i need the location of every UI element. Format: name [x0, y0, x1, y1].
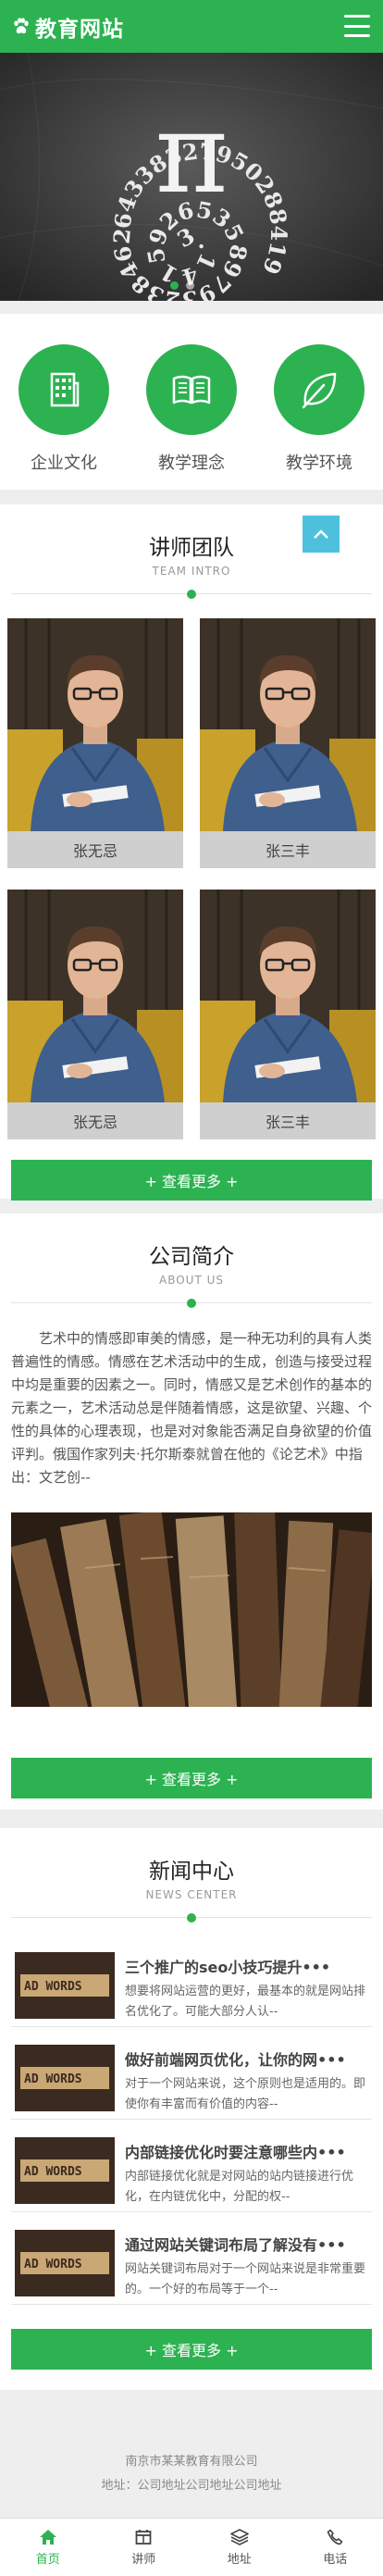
news-title[interactable]: 通过网站关键词布局了解没有•••	[125, 2233, 370, 2255]
teacher-photo	[7, 890, 183, 1102]
about-section: 公司简介 ABOUT US 艺术中的情感即审美的情感，是一种无功利的具有人类普遍…	[0, 1213, 383, 1810]
section-title: 公司简介	[149, 1245, 234, 1269]
news-title[interactable]: 内部链接优化时要注意哪些内•••	[125, 2140, 370, 2162]
teacher-name: 张三丰	[200, 1102, 376, 1139]
nav-label: 电话	[323, 2552, 348, 2567]
feature-environment[interactable]: 教学环境	[264, 344, 375, 490]
news-title[interactable]: 做好前端网页优化，让你的网•••	[125, 2047, 370, 2070]
about-image	[11, 1512, 372, 1707]
section-title: 新闻中心	[149, 1860, 234, 1884]
teacher-photo	[200, 618, 376, 831]
news-more-button[interactable]: + 查看更多 +	[11, 2329, 372, 2370]
svg-text:π: π	[155, 90, 229, 218]
team-more-button[interactable]: + 查看更多 +	[11, 1160, 372, 1201]
about-more-button[interactable]: + 查看更多 +	[11, 1758, 372, 1798]
carousel-dot[interactable]	[186, 281, 194, 290]
thumb-text: AD WORDS	[24, 2258, 82, 2271]
banner-carousel[interactable]: 3.14159265358979323846264338327950288419…	[0, 53, 383, 301]
carousel-dot[interactable]	[170, 281, 179, 290]
carousel-dots	[170, 281, 194, 290]
feature-philosophy[interactable]: 教学理念	[136, 344, 247, 490]
site-title[interactable]: 教育网站	[35, 11, 124, 43]
layers-icon	[229, 2528, 249, 2545]
news-item[interactable]: AD WORDS 通过网站关键词布局了解没有••• 网站关键词布局对于一个网站来…	[11, 2221, 372, 2305]
teacher-photo	[7, 618, 183, 831]
teacher-photo	[200, 890, 376, 1102]
paw-icon	[14, 17, 29, 33]
leaf-icon	[274, 344, 364, 435]
footer-address: 地址：公司地址公司地址公司地址	[101, 2479, 282, 2493]
feature-row: 企业文化 教学理念 教学环境	[0, 314, 383, 490]
back-to-top-button[interactable]	[303, 516, 340, 553]
nav-label: 讲师	[131, 2552, 156, 2567]
book-icon	[146, 344, 237, 435]
section-divider	[11, 1294, 372, 1313]
feature-culture[interactable]: 企业文化	[8, 344, 119, 490]
thumb-text: AD WORDS	[24, 2072, 82, 2086]
building-icon	[19, 344, 109, 435]
about-description: 艺术中的情感即审美的情感，是一种无功利的具有人类普遍性的情感。情感在艺术活动中的…	[11, 1330, 373, 1486]
section-subtitle: ABOUT US	[158, 1274, 224, 1287]
chevron-up-icon	[314, 529, 328, 539]
calendar-icon	[135, 2529, 152, 2545]
news-section: 新闻中心 NEWS CENTER AD WORDS 三个推广的seo小技巧提升•…	[0, 1828, 383, 2390]
news-item[interactable]: AD WORDS 三个推广的seo小技巧提升••• 想要将网站运营的更好，最基本…	[11, 1944, 372, 2027]
bottom-nav: 首页 讲师 地址 电话	[0, 2518, 383, 2576]
section-divider	[11, 585, 372, 604]
thumb-text: AD WORDS	[24, 2165, 82, 2179]
menu-icon-bar	[344, 15, 370, 18]
menu-button[interactable]	[344, 15, 370, 37]
section-divider	[11, 1909, 372, 1927]
feature-label: 教学理念	[158, 454, 225, 473]
top-header: 教育网站	[0, 0, 383, 53]
nav-address[interactable]: 地址	[192, 2519, 288, 2576]
nav-home[interactable]: 首页	[0, 2519, 96, 2576]
nav-phone[interactable]: 电话	[288, 2519, 383, 2576]
section-subtitle: TEAM INTRO	[152, 565, 231, 578]
nav-label: 首页	[35, 2552, 60, 2567]
news-description: 网站关键词布局对于一个网站来说是非常重要的。一个好的布局等于一个--	[125, 2262, 366, 2296]
thumb-text: AD WORDS	[24, 1980, 82, 1994]
team-section: 讲师团队 TEAM INTRO 张无忌 张三丰 张无忌 张三丰 + 查看更多 +	[0, 504, 383, 1201]
teacher-card[interactable]: 张无忌	[7, 618, 183, 868]
teacher-name: 张三丰	[200, 831, 376, 868]
footer: 南京市某某教育有限公司 地址：公司地址公司地址公司地址	[0, 2402, 383, 2513]
footer-company: 南京市某某教育有限公司	[125, 2455, 258, 2469]
nav-teachers[interactable]: 讲师	[96, 2519, 192, 2576]
news-title[interactable]: 三个推广的seo小技巧提升•••	[125, 1955, 370, 1977]
news-thumbnail: AD WORDS	[15, 2137, 115, 2204]
news-item[interactable]: AD WORDS 做好前端网页优化，让你的网••• 对于一个网站来说，这个原则也…	[11, 2036, 372, 2120]
teacher-card[interactable]: 张三丰	[200, 618, 376, 868]
news-item[interactable]: AD WORDS 内部链接优化时要注意哪些内••• 内部链接优化就是对网站的站内…	[11, 2129, 372, 2212]
banner-image: 3.14159265358979323846264338327950288419…	[0, 53, 383, 301]
news-thumbnail: AD WORDS	[15, 1952, 115, 2019]
news-thumbnail: AD WORDS	[15, 2045, 115, 2111]
home-icon	[39, 2529, 56, 2545]
teacher-card[interactable]: 张无忌	[7, 890, 183, 1139]
news-description: 对于一个网站来说，这个原则也是适用的。即使你有丰富而有价值的内容--	[125, 2077, 366, 2111]
teacher-name: 张无忌	[7, 1102, 183, 1139]
menu-icon-bar	[344, 34, 370, 37]
phone-icon	[327, 2529, 343, 2545]
teacher-name: 张无忌	[7, 831, 183, 868]
news-description: 内部链接优化就是对网站的站内链接进行优化，在内链优化中，分配的权--	[125, 2170, 354, 2204]
feature-label: 教学环境	[286, 454, 352, 473]
nav-label: 地址	[227, 2552, 252, 2567]
news-thumbnail: AD WORDS	[15, 2230, 115, 2296]
section-subtitle: NEWS CENTER	[145, 1888, 238, 1901]
news-description: 想要将网站运营的更好，最基本的就是网站排名优化了。可能大部分人认--	[125, 1985, 366, 2019]
feature-label: 企业文化	[31, 454, 97, 473]
menu-icon-bar	[344, 24, 370, 28]
teacher-card[interactable]: 张三丰	[200, 890, 376, 1139]
